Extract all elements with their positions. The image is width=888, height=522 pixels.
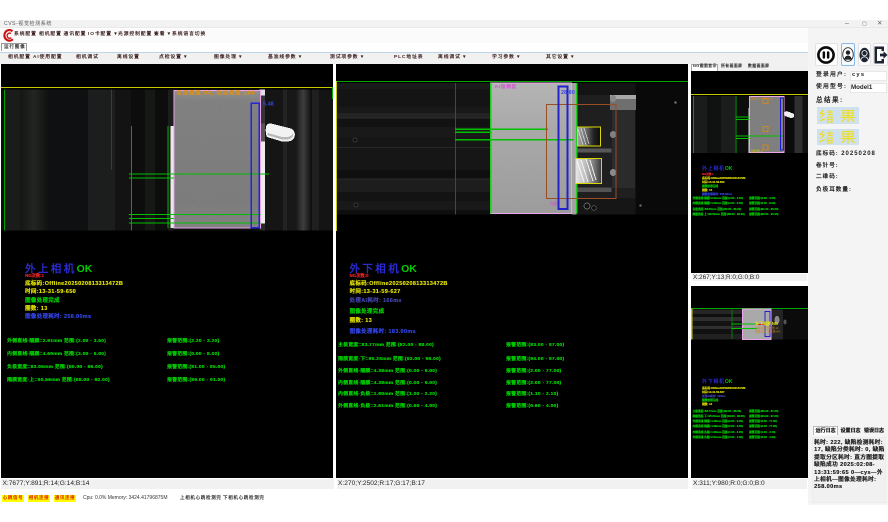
svg-text:隔膜宽度-下检测 NG: 隔膜宽度-下检测 NG bbox=[755, 329, 780, 333]
svg-text:阈值:93,动态:100: 阈值:93,动态:100 bbox=[750, 95, 773, 100]
svg-text:AI拉闸区: AI拉闸区 bbox=[494, 83, 516, 90]
svg-text:灰度阈值:93, 动态阈值:100: 灰度阈值:93, 动态阈值:100 bbox=[177, 88, 256, 96]
svg-text:5.48: 5.48 bbox=[263, 101, 274, 107]
svg-text:28.80: 28.80 bbox=[561, 90, 575, 96]
svg-text:缺陷数:2: 缺陷数:2 bbox=[751, 148, 763, 153]
svg-text:凡图: 凡图 bbox=[549, 200, 557, 206]
